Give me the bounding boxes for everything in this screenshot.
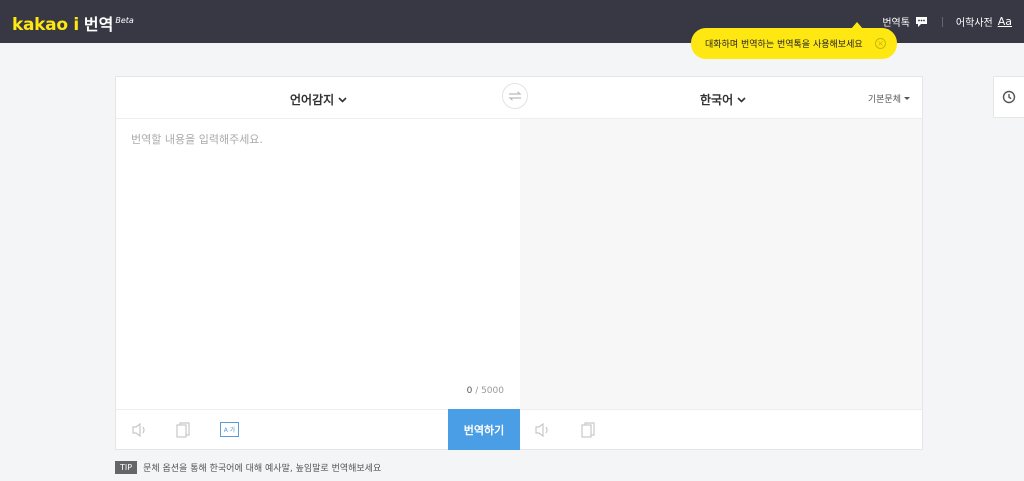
target-language-label: 한국어 [700,93,734,107]
style-select[interactable]: 기본문체 [868,92,910,105]
copy-icon[interactable] [176,422,190,438]
source-area: 0 / 5000 [116,119,520,409]
pronunciation-toggle[interactable]: A 가 [220,422,239,437]
tip-text: 문체 옵션을 통해 한국어에 대해 예사말, 높임말로 번역해보세요 [143,464,382,474]
history-button[interactable] [993,76,1024,118]
logo-beta-text: Beta [115,16,134,25]
tip-badge: TIP [115,461,138,474]
chevron-down-icon [737,96,746,103]
logo-service-text: 번역 [83,15,114,34]
translation-panel: 언어감지 한국어 기본문체 0 / 5000 [115,76,923,450]
result-area [520,119,922,409]
translate-button[interactable]: 번역하기 [448,409,520,450]
chat-bubble-icon [915,16,927,27]
result-copy-icon[interactable] [581,422,595,438]
tooltip-close-icon[interactable]: × [875,38,886,49]
header-menu: 번역톡 어학사전 Aa [882,14,1012,29]
speaker-icon[interactable] [131,422,151,438]
pronunciation-icon: A 가 [223,427,236,434]
source-text-input[interactable] [131,131,511,381]
source-language-select[interactable]: 언어감지 [290,91,347,108]
language-bar: 언어감지 한국어 기본문체 [116,77,922,119]
dictionary-aa-icon: Aa [997,15,1012,28]
logo[interactable]: kakao i 번역 Beta [12,11,134,35]
tip-bar: TIP 문체 옵션을 통해 한국어에 대해 예사말, 높임말로 번역해보세요 [115,461,381,474]
logo-kakao-text: kakao i [12,15,79,35]
translate-talk-tooltip: 대화하며 번역하는 번역톡을 사용해보세요 × [691,22,897,59]
dictionary-label: 어학사전 [955,18,993,29]
caret-down-icon [904,97,910,100]
translate-talk-link[interactable]: 번역톡 [882,14,928,29]
header-divider [941,16,943,27]
character-count-max: / 5000 [472,386,504,396]
style-label: 기본문체 [867,95,901,105]
tooltip-text: 대화하며 번역하는 번역톡을 사용해보세요 [705,40,863,50]
clock-icon [1002,90,1016,104]
swap-arrows-icon [508,91,522,101]
translate-talk-label: 번역톡 [882,18,910,29]
result-speaker-icon[interactable] [534,422,554,438]
chevron-down-icon [338,96,347,103]
target-language-select[interactable]: 한국어 [700,91,746,108]
character-counter: 0 / 5000 [467,386,504,396]
swap-languages-button[interactable] [502,83,528,109]
dictionary-link[interactable]: 어학사전 Aa [956,14,1012,29]
source-language-label: 언어감지 [290,93,335,107]
